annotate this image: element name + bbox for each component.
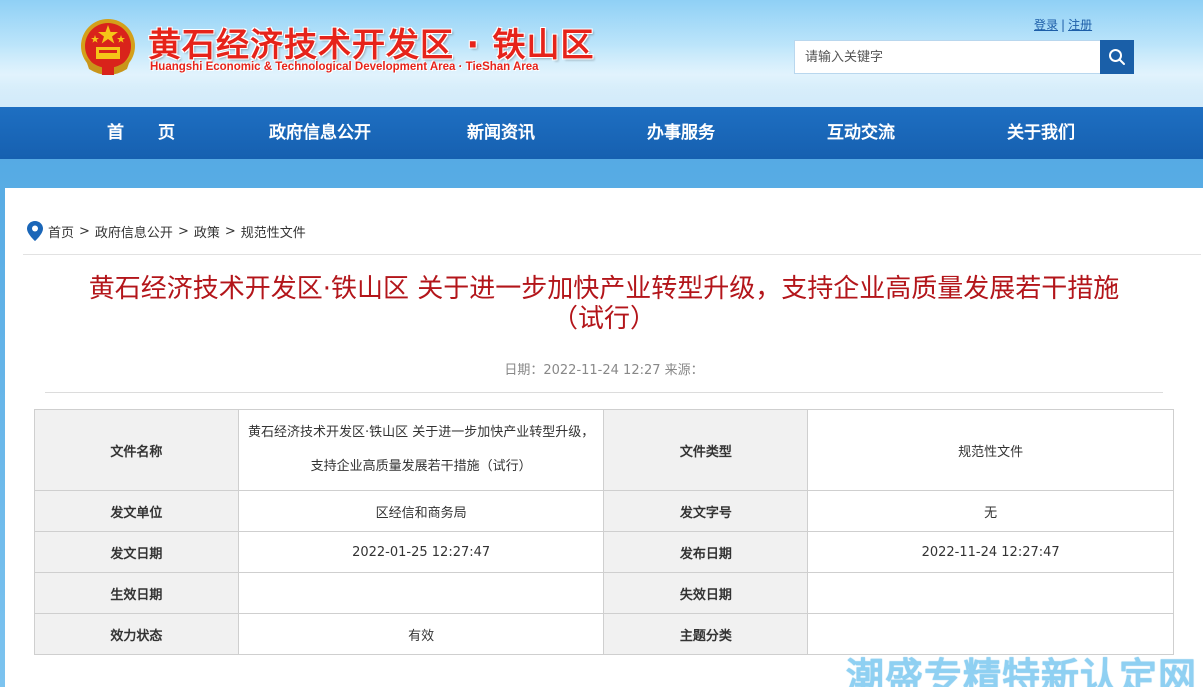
publish-date-label: 发布日期 (603, 531, 809, 573)
table-row: 发文日期 2022-01-25 12:27:47 发布日期 2022-11-24… (34, 531, 1174, 573)
breadcrumb-separator: > (224, 223, 236, 239)
breadcrumb-gov-info[interactable]: 政府信息公开 (95, 222, 173, 241)
search-bar (794, 40, 1134, 74)
article-title-line2: （试行） (551, 304, 656, 334)
table-row: 文件名称 黄石经济技术开发区·铁山区 关于进一步加快产业转型升级，支持企业高质量… (34, 409, 1174, 491)
search-icon (1109, 49, 1125, 65)
breadcrumb-divider (23, 254, 1201, 255)
national-emblem-icon (81, 19, 135, 75)
breadcrumb-normative-docs[interactable]: 规范性文件 (241, 222, 306, 241)
site-subtitle: Huangshi Economic & Technological Develo… (150, 61, 539, 73)
site-title: 黄石经济技术开发区 · 铁山区 (148, 25, 595, 64)
status-value: 有效 (237, 613, 605, 655)
breadcrumb-policy[interactable]: 政策 (194, 222, 220, 241)
file-type-value: 规范性文件 (807, 409, 1174, 491)
nav-item-about[interactable]: 关于我们 (1007, 107, 1075, 159)
effective-date-value (237, 572, 605, 614)
content-card: 首页 > 政府信息公开 > 政策 > 规范性文件 黄石经济技术开发区·铁山区 关… (5, 188, 1203, 687)
effective-date-label: 生效日期 (34, 572, 239, 614)
breadcrumb-separator: > (79, 223, 90, 239)
article-meta: 日期：2022-11-24 12:27 来源： (504, 363, 704, 378)
location-pin-icon (27, 221, 43, 241)
file-name-label: 文件名称 (34, 409, 239, 491)
login-link[interactable]: 登录 (1034, 18, 1058, 32)
publish-date-value: 2022-11-24 12:27:47 (807, 531, 1174, 573)
nav-item-home[interactable]: 首 页 (107, 107, 175, 159)
watermark-text: 潮盛专精特新认定网 (846, 655, 1198, 687)
breadcrumb-home[interactable]: 首页 (48, 222, 74, 241)
nav-item-gov-info[interactable]: 政府信息公开 (269, 107, 371, 159)
expire-date-label: 失效日期 (603, 572, 809, 614)
register-link[interactable]: 注册 (1068, 18, 1092, 32)
doc-no-label: 发文字号 (603, 490, 809, 532)
main-nav: 首 页 政府信息公开 新闻资讯 办事服务 互动交流 关于我们 (0, 107, 1203, 159)
expire-date-value (807, 572, 1174, 614)
breadcrumb: 首页 > 政府信息公开 > 政策 > 规范性文件 (27, 221, 306, 241)
issue-date-value: 2022-01-25 12:27:47 (237, 531, 605, 573)
file-type-label: 文件类型 (603, 409, 809, 491)
auth-separator: | (1061, 18, 1066, 32)
site-header: 黄石经济技术开发区 · 铁山区 Huangshi Economic & Tech… (0, 0, 1203, 107)
file-name-value: 黄石经济技术开发区·铁山区 关于进一步加快产业转型升级，支持企业高质量发展若干措… (237, 409, 605, 491)
table-row: 发文单位 区经信和商务局 发文字号 无 (34, 490, 1174, 532)
status-label: 效力状态 (34, 613, 239, 655)
search-input[interactable] (794, 40, 1100, 74)
nav-item-services[interactable]: 办事服务 (647, 107, 715, 159)
document-info-table: 文件名称 黄石经济技术开发区·铁山区 关于进一步加快产业转型升级，支持企业高质量… (34, 409, 1174, 655)
search-button[interactable] (1100, 40, 1134, 74)
nav-item-interaction[interactable]: 互动交流 (827, 107, 895, 159)
article-title: 黄石经济技术开发区·铁山区 关于进一步加快产业转型升级，支持企业高质量发展若干措… (5, 274, 1203, 334)
issuer-label: 发文单位 (34, 490, 239, 532)
nav-item-news[interactable]: 新闻资讯 (467, 107, 535, 159)
issuer-value: 区经信和商务局 (237, 490, 605, 532)
doc-no-value: 无 (807, 490, 1174, 532)
article-title-line1: 黄石经济技术开发区·铁山区 关于进一步加快产业转型升级，支持企业高质量发展若干措… (88, 274, 1120, 304)
meta-divider (45, 392, 1163, 393)
issue-date-label: 发文日期 (34, 531, 239, 573)
topic-label: 主题分类 (603, 613, 809, 655)
table-row: 生效日期 失效日期 (34, 572, 1174, 614)
breadcrumb-separator: > (177, 223, 189, 239)
auth-links: 登录 | 注册 (1034, 16, 1092, 33)
